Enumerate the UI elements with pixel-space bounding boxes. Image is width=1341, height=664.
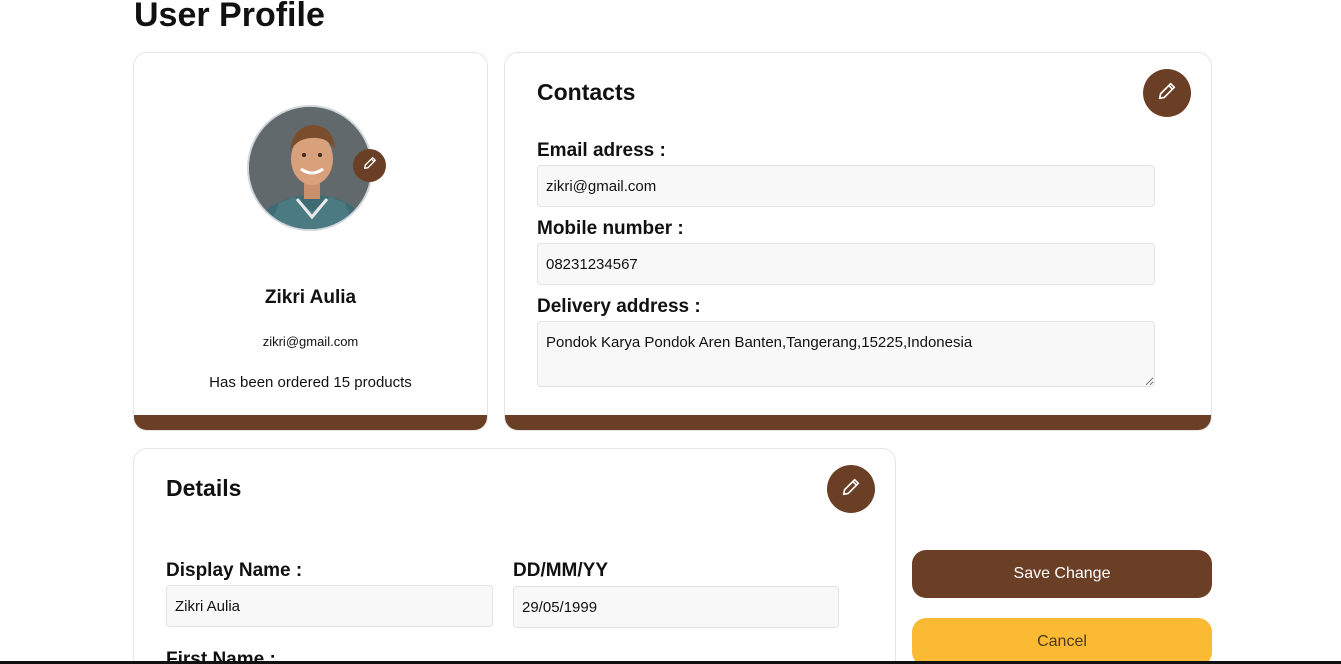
mobile-field[interactable] bbox=[537, 243, 1155, 285]
card-accent-bar bbox=[134, 415, 487, 430]
email-label: Email adress : bbox=[537, 140, 666, 161]
mobile-label: Mobile number : bbox=[537, 218, 684, 239]
avatar-edit-button[interactable] bbox=[353, 149, 386, 182]
dob-field[interactable] bbox=[513, 586, 839, 628]
profile-name: Zikri Aulia bbox=[264, 287, 357, 308]
avatar-container bbox=[247, 105, 386, 231]
profile-email: zikri@gmail.com bbox=[262, 334, 359, 349]
address-field[interactable]: Pondok Karya Pondok Aren Banten,Tangeran… bbox=[537, 321, 1155, 387]
address-label: Delivery address : bbox=[537, 296, 701, 317]
card-accent-bar bbox=[505, 415, 1211, 430]
details-title: Details bbox=[166, 475, 242, 501]
save-change-button[interactable]: Save Change bbox=[912, 550, 1212, 598]
page-title: User Profile bbox=[134, 0, 325, 34]
display-name-label: Display Name : bbox=[166, 560, 303, 581]
contacts-title: Contacts bbox=[537, 79, 636, 105]
pencil-icon bbox=[1156, 80, 1178, 107]
display-name-field[interactable] bbox=[166, 585, 493, 627]
dob-label: DD/MM/YY bbox=[513, 560, 608, 581]
details-card: Details Display Name : DD/MM/YY First Na… bbox=[133, 448, 896, 664]
details-edit-button[interactable] bbox=[827, 465, 875, 513]
pencil-icon bbox=[840, 476, 862, 503]
contacts-edit-button[interactable] bbox=[1143, 69, 1191, 117]
email-field[interactable] bbox=[537, 165, 1155, 207]
cancel-button[interactable]: Cancel bbox=[912, 618, 1212, 664]
profile-card: Zikri Aulia zikri@gmail.com Has been ord… bbox=[133, 52, 488, 431]
contacts-card: Contacts Email adress : Mobile number : … bbox=[504, 52, 1212, 431]
pencil-icon bbox=[362, 155, 378, 176]
profile-orders-count: Has been ordered 15 products bbox=[209, 374, 412, 391]
